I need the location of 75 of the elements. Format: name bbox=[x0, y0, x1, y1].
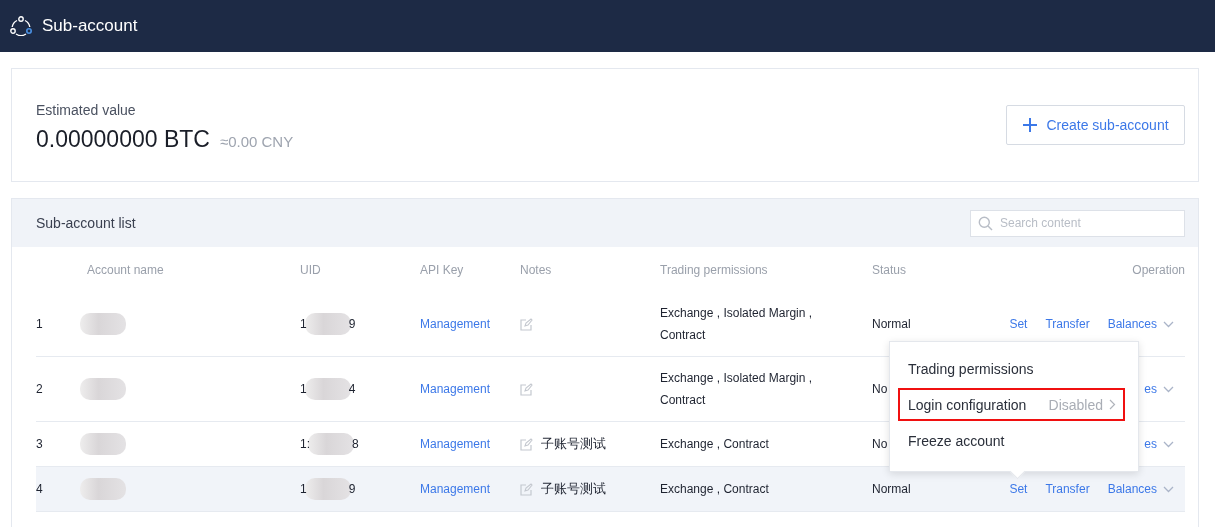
page-title: Sub-account bbox=[42, 16, 138, 36]
permissions-text: Exchange , Isolated Margin , Contract bbox=[660, 370, 814, 409]
permissions-text: Exchange , Isolated Margin , Contract bbox=[660, 305, 814, 344]
column-header: API Key bbox=[420, 262, 465, 277]
network-circle-icon bbox=[10, 16, 32, 36]
row-number: 2 bbox=[36, 382, 44, 396]
operation-link[interactable]: Balances bbox=[1107, 482, 1157, 496]
btc-value: 0.00000000 BTC bbox=[36, 125, 210, 153]
caret-icon[interactable] bbox=[1163, 440, 1174, 448]
uid-start: 1 bbox=[300, 382, 307, 396]
search-field[interactable]: Search content bbox=[970, 209, 1185, 237]
uid-end: 9 bbox=[348, 482, 356, 496]
management-link[interactable]: Management bbox=[420, 317, 491, 331]
permissions-text: Exchange , Contract bbox=[660, 481, 770, 498]
row-number: 4 bbox=[36, 482, 44, 496]
menu-item-label: Trading permissions bbox=[908, 360, 1034, 377]
redacted-block bbox=[308, 433, 354, 455]
chevron-right-icon bbox=[1109, 399, 1116, 410]
redacted-block bbox=[80, 313, 126, 335]
caret-icon[interactable] bbox=[1163, 385, 1174, 393]
menu-item-label: Login configuration bbox=[908, 396, 1027, 413]
menu-item-label: Freeze account bbox=[908, 432, 1005, 449]
cny-value: ≈0.00 CNY bbox=[219, 132, 294, 150]
column-header: Notes bbox=[520, 262, 553, 277]
menu-item[interactable]: Freeze account bbox=[898, 424, 1125, 457]
redacted-block bbox=[304, 478, 351, 500]
uid-end: 4 bbox=[348, 382, 356, 396]
column-header: Account name bbox=[87, 262, 165, 277]
uid-start: 1: bbox=[300, 437, 310, 451]
redacted-block bbox=[304, 378, 351, 400]
note-text: 子账号测试 bbox=[541, 435, 606, 453]
permissions-text: Exchange , Contract bbox=[660, 436, 770, 453]
row-number: 3 bbox=[36, 437, 44, 451]
redacted-block bbox=[80, 478, 126, 500]
status-text: No bbox=[872, 382, 888, 396]
operation-link[interactable]: es bbox=[1144, 382, 1157, 396]
operation-link[interactable]: es bbox=[1144, 437, 1157, 451]
redacted-block bbox=[80, 378, 126, 400]
edit-icon[interactable] bbox=[520, 382, 533, 396]
caret-icon[interactable] bbox=[1163, 320, 1174, 328]
edit-icon[interactable] bbox=[520, 317, 533, 331]
search-icon bbox=[978, 215, 993, 231]
uid-start: 1 bbox=[300, 317, 307, 331]
column-header: Status bbox=[872, 262, 908, 277]
operation-link[interactable]: Balances bbox=[1107, 317, 1157, 331]
management-link[interactable]: Management bbox=[420, 437, 491, 451]
caret-icon[interactable] bbox=[1163, 485, 1174, 493]
uid-start: 1 bbox=[300, 482, 307, 496]
menu-item-value: Disabled bbox=[1048, 396, 1103, 413]
operation-link[interactable]: Set bbox=[1009, 482, 1028, 496]
column-header: Operation bbox=[1131, 262, 1185, 277]
operation-link[interactable]: Transfer bbox=[1045, 317, 1090, 331]
uid-end: 9 bbox=[348, 317, 356, 331]
management-link[interactable]: Management bbox=[420, 482, 491, 496]
edit-icon[interactable] bbox=[520, 482, 533, 496]
estimated-value-label: Estimated value bbox=[36, 101, 137, 118]
uid-end: 8 bbox=[352, 437, 359, 451]
create-sub-account-button[interactable]: Create sub-account bbox=[1006, 105, 1185, 145]
operation-link[interactable]: Set bbox=[1009, 317, 1028, 331]
redacted-block bbox=[80, 433, 126, 455]
edit-icon[interactable] bbox=[520, 437, 533, 451]
status-text: Normal bbox=[872, 482, 911, 496]
management-link[interactable]: Management bbox=[420, 382, 491, 396]
operation-link[interactable]: Transfer bbox=[1045, 482, 1090, 496]
menu-item[interactable]: Login configuration Disabled bbox=[898, 388, 1125, 421]
note-text: 子账号测试 bbox=[541, 480, 606, 498]
status-text: No bbox=[872, 437, 888, 451]
column-header: Trading permissions bbox=[660, 262, 769, 277]
redacted-block bbox=[304, 313, 351, 335]
list-title: Sub-account list bbox=[36, 215, 136, 231]
status-text: Normal bbox=[872, 317, 911, 331]
plus-icon bbox=[1022, 117, 1039, 133]
row-number: 1 bbox=[36, 317, 44, 331]
table-row[interactable]: 4 1 9 Management 子账号测试 Exchange , Contract Normal Set Transfer Balances bbox=[36, 467, 1185, 512]
column-header: UID bbox=[300, 262, 322, 277]
